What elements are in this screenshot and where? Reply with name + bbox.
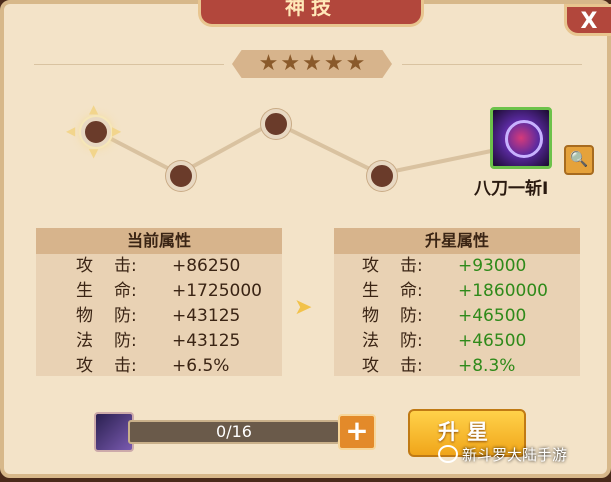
stat-value: +46500 <box>458 331 527 351</box>
stat-value: +46500 <box>458 306 527 326</box>
star-node-4[interactable] <box>367 161 397 191</box>
stat-row: 攻 击: +6.5% <box>36 354 282 376</box>
stat-label: 生 <box>362 281 379 301</box>
upgrade-stats-box: 升星属性 攻击: +93000 生命: +1860000 物防: +46500 法防:… <box>334 228 580 376</box>
stat-row: 物 防: +46500 <box>334 304 580 329</box>
stat-row: 攻 击: +86250 <box>36 254 282 279</box>
stat-label: 防: <box>400 331 423 351</box>
stat-label: 击: <box>114 256 137 276</box>
current-stats-box: 当前属性 攻击: +86250 生命: +1725000 物防: +43125 法防:… <box>36 228 282 376</box>
stat-label: 法 <box>76 331 93 351</box>
stat-value: +6.5% <box>172 356 230 376</box>
stat-label: 击: <box>114 356 137 376</box>
upgrade-stats-header: 升星属性 <box>334 228 580 254</box>
wechat-icon <box>438 445 458 463</box>
stat-label: 命: <box>114 281 137 301</box>
stat-value: +1860000 <box>458 281 548 301</box>
stat-value: +1725000 <box>172 281 262 301</box>
stat-label: 攻 <box>76 256 93 276</box>
stat-label: 物 <box>76 306 93 326</box>
stat-value: +93000 <box>458 256 527 276</box>
stat-label: 击: <box>400 256 423 276</box>
stat-label: 生 <box>76 281 93 301</box>
star-node-3[interactable] <box>261 109 291 139</box>
stat-label: 击: <box>400 356 423 376</box>
stat-label: 法 <box>362 331 379 351</box>
stat-label: 防: <box>400 306 423 326</box>
stat-row: 攻 击: +93000 <box>334 254 580 279</box>
stat-row: 生 命: +1725000 <box>36 279 282 304</box>
search-icon[interactable]: 🔍 <box>564 145 594 175</box>
stat-label: 物 <box>362 306 379 326</box>
arrow-right-icon: ➤ <box>294 295 313 320</box>
stat-label: 命: <box>400 281 423 301</box>
stat-row: 生 命: +1860000 <box>334 279 580 304</box>
stat-row: 物 防: +43125 <box>36 304 282 329</box>
skill-name: 八刀一斩I <box>474 179 549 199</box>
arrow-left-icon: ◀ <box>66 124 76 138</box>
stat-row: 法 防: +46500 <box>334 329 580 354</box>
stat-value: +8.3% <box>458 356 516 376</box>
stat-row: 法 防: +43125 <box>36 329 282 354</box>
stat-value: +43125 <box>172 331 241 351</box>
stat-label: 攻 <box>362 256 379 276</box>
arrow-up-icon: ▲ <box>89 102 99 116</box>
skill-icon[interactable] <box>490 107 552 169</box>
stat-value: +86250 <box>172 256 241 276</box>
star-node-1[interactable] <box>81 117 111 147</box>
stat-label: 攻 <box>76 356 93 376</box>
stat-value: +43125 <box>172 306 241 326</box>
watermark: 新斗罗大陆手游 <box>462 446 568 464</box>
stat-label: 防: <box>114 331 137 351</box>
skill-panel: 神技 X ★ ★ ★ ★ ★ ▲ ▼ ◀ ▶ 🔍 八刀一斩I 当前属性 攻击: +… <box>0 0 611 478</box>
stat-row: 攻 击: +8.3% <box>334 354 580 376</box>
add-material-button[interactable]: + <box>338 414 376 450</box>
arrow-down-icon: ▼ <box>89 146 99 160</box>
stat-label: 攻 <box>362 356 379 376</box>
material-progress-bar: 0/16 <box>128 420 340 444</box>
star-node-2[interactable] <box>166 161 196 191</box>
skill-emblem-icon <box>505 120 543 158</box>
current-stats-header: 当前属性 <box>36 228 282 254</box>
stat-label: 防: <box>114 306 137 326</box>
arrow-right-icon: ▶ <box>112 124 122 138</box>
